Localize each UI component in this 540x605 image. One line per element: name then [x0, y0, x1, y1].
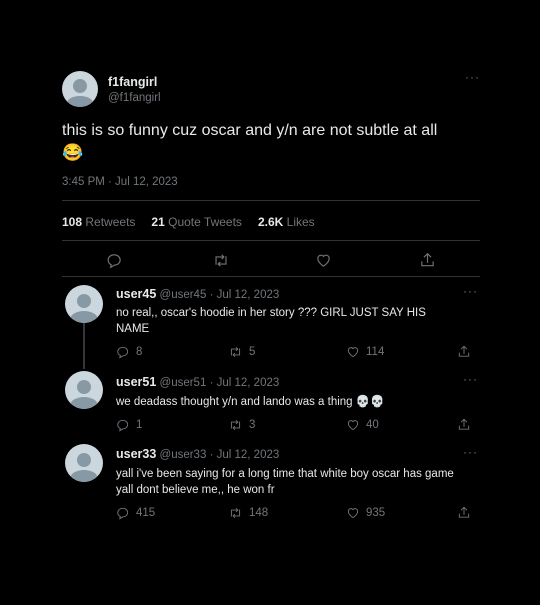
retweets-stat[interactable]: 108 Retweets [62, 215, 135, 229]
heart-icon [347, 420, 359, 431]
author-avatar[interactable] [62, 71, 98, 107]
reply-text: yall i've been saying for a long time th… [116, 468, 454, 496]
share-button[interactable] [419, 251, 436, 269]
share-icon [421, 252, 434, 267]
tweet-text-body: this is so funny cuz oscar and y/n are n… [62, 122, 438, 139]
retweet-icon [230, 508, 241, 518]
like-count: 40 [366, 419, 379, 431]
reply-header: user51 @user51 · Jul 12, 2023 [116, 375, 280, 389]
like-button[interactable] [315, 252, 332, 269]
reply-handle[interactable]: @user51 [160, 377, 207, 389]
retweet-count: 148 [249, 507, 269, 519]
retweet-count: 5 [249, 346, 256, 358]
retweet-button[interactable]: 3 [228, 418, 255, 432]
tweet-text: this is so funny cuz oscar and y/n are n… [62, 120, 492, 165]
tweet-timestamp[interactable]: 3:45 PM · Jul 12, 2023 [62, 176, 178, 188]
reply-handle[interactable]: @user45 [160, 289, 207, 301]
reply-button[interactable] [106, 252, 123, 269]
reply-count: 415 [136, 507, 156, 519]
reply-icon [117, 346, 129, 359]
reply-avatar[interactable] [65, 285, 103, 323]
retweet-count: 3 [249, 419, 256, 431]
more-icon[interactable]: ··· [463, 284, 478, 298]
reply-avatar[interactable] [65, 444, 103, 482]
like-count: 114 [366, 346, 385, 358]
heart-icon [347, 347, 359, 358]
share-button[interactable] [457, 417, 471, 432]
reply-date[interactable]: Jul 12, 2023 [217, 289, 280, 301]
retweet-button[interactable] [212, 252, 230, 269]
reply-avatar[interactable] [65, 371, 103, 409]
reply-display-name[interactable]: user33 [116, 447, 156, 461]
heart-icon [347, 508, 359, 519]
reply-text: no real,, oscar's hoodie in her story ??… [116, 307, 426, 335]
more-icon[interactable]: ··· [463, 372, 478, 386]
reply-header: user33 @user33 · Jul 12, 2023 [116, 447, 280, 461]
share-button[interactable] [457, 344, 471, 359]
like-button[interactable]: 935 [346, 506, 385, 520]
retweet-icon [230, 347, 241, 357]
reply-handle[interactable]: @user33 [160, 449, 207, 461]
thread-line [83, 323, 85, 369]
reply-display-name[interactable]: user45 [116, 287, 156, 301]
heart-icon [317, 254, 330, 267]
reply-icon [117, 507, 129, 520]
reply-count: 8 [136, 346, 143, 358]
share-icon [458, 506, 470, 518]
share-button[interactable] [457, 505, 471, 520]
retweet-icon [230, 420, 241, 430]
author-display-name[interactable]: f1fangirl [108, 75, 157, 89]
retweet-button[interactable]: 5 [228, 345, 255, 359]
reply-button[interactable]: 1 [116, 418, 142, 432]
quote-tweets-stat[interactable]: 21 Quote Tweets [151, 215, 242, 229]
reply-date[interactable]: Jul 12, 2023 [217, 377, 280, 389]
like-button[interactable]: 40 [346, 418, 379, 432]
reply-button[interactable]: 8 [116, 345, 142, 359]
tweet-stats: 108 Retweets 21 Quote Tweets 2.6K Likes [62, 215, 315, 229]
more-icon[interactable]: ··· [463, 445, 478, 459]
more-icon[interactable]: ··· [465, 70, 480, 84]
reply-header: user45 @user45 · Jul 12, 2023 [116, 287, 280, 301]
like-count: 935 [366, 507, 386, 519]
divider [62, 240, 480, 241]
divider [62, 276, 480, 277]
author-handle[interactable]: @f1fangirl [108, 92, 161, 104]
share-icon [458, 418, 470, 430]
reply-count: 1 [136, 419, 143, 431]
reply-icon [117, 419, 129, 432]
retweet-icon [215, 254, 227, 267]
reply-date[interactable]: Jul 12, 2023 [217, 449, 280, 461]
divider [62, 200, 480, 201]
reply-display-name[interactable]: user51 [116, 375, 156, 389]
share-icon [458, 345, 470, 357]
reply-icon [107, 254, 121, 269]
tweet-emoji: 😂 [62, 143, 84, 162]
like-button[interactable]: 114 [346, 345, 384, 359]
reply-button[interactable]: 415 [116, 506, 155, 520]
reply-text: we deadass thought y/n and lando was a t… [116, 396, 385, 408]
retweet-button[interactable]: 148 [228, 506, 268, 520]
likes-stat[interactable]: 2.6K Likes [258, 215, 315, 229]
